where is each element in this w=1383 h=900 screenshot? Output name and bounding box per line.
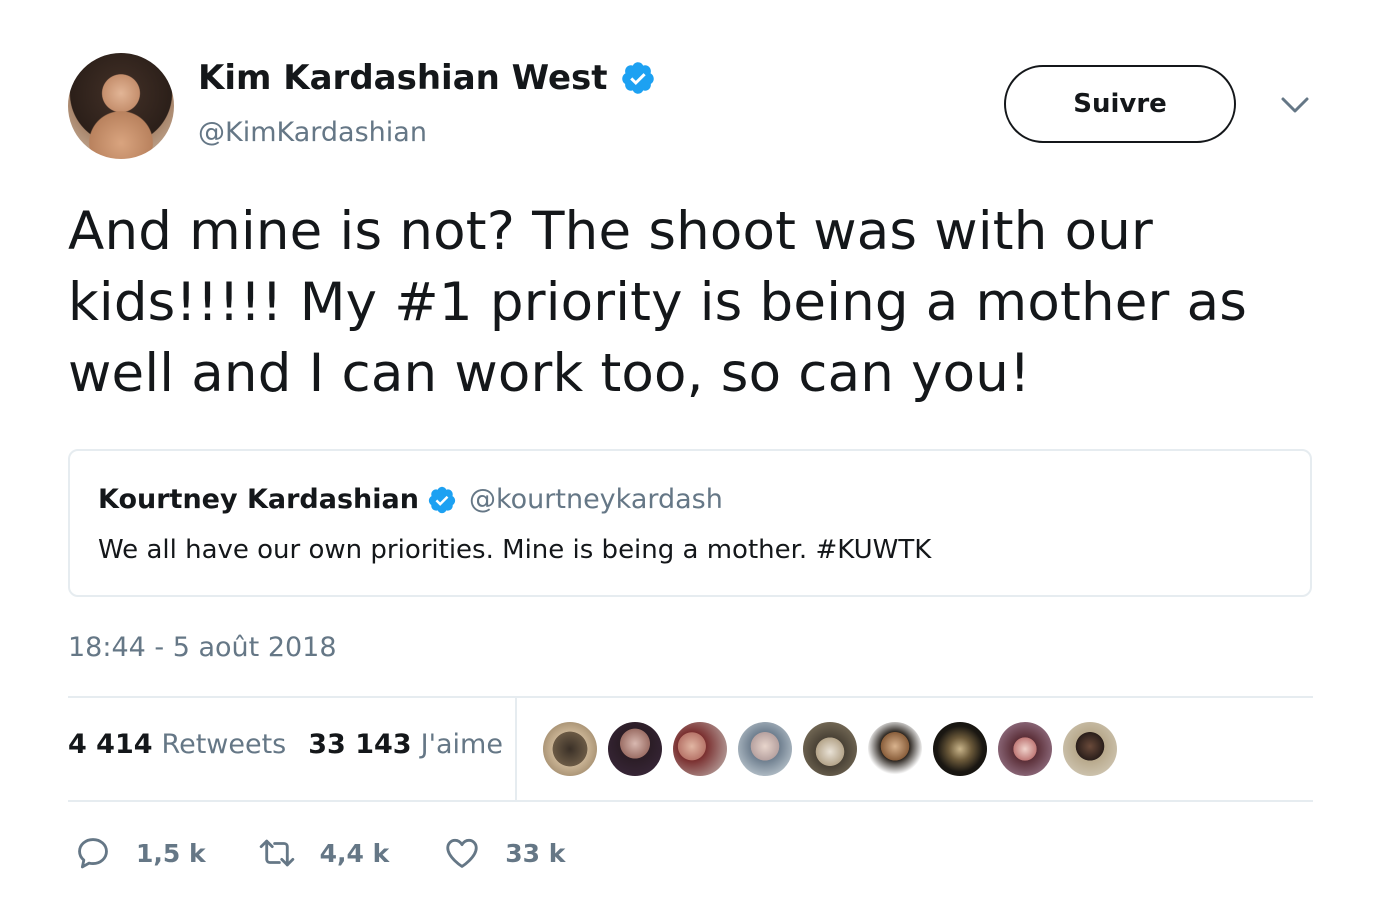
retweets-label: Retweets [161,729,287,760]
liker-avatar[interactable] [543,722,597,776]
retweet-count: 4,4 k [319,838,390,868]
author-name[interactable]: Kim Kardashian West [198,58,608,98]
liker-avatar[interactable] [608,722,662,776]
reply-action[interactable]: 1,5 k [74,834,206,872]
retweets-stat[interactable]: 4 414 Retweets [68,729,286,760]
liker-avatar[interactable] [738,722,792,776]
author-handle[interactable]: @KimKardashian [198,117,427,148]
reply-icon [78,838,108,869]
follow-button[interactable]: Suivre [1004,65,1236,143]
verified-badge-icon [621,62,654,94]
quoted-tweet-header: Kourtney Kardashian @kourtneykardash [98,484,723,515]
liker-avatar[interactable] [673,722,727,776]
tweet-text: And mine is not? The shoot was with our … [68,201,1248,404]
liker-avatar[interactable] [933,722,987,776]
author-avatar[interactable] [68,53,174,159]
liker-avatar[interactable] [868,722,922,776]
tweet-card: Kim Kardashian West @KimKardashian Suivr… [0,0,1383,900]
likes-stat[interactable]: 33 143 J'aime [308,729,503,760]
retweet-icon [259,839,294,867]
retweet-action[interactable]: 4,4 k [258,834,390,872]
retweets-count: 4 414 [68,729,153,760]
quoted-tweet[interactable]: Kourtney Kardashian @kourtneykardash We … [68,449,1312,597]
like-action[interactable]: 33 k [443,834,565,872]
author-name-row[interactable]: Kim Kardashian West [198,58,656,98]
quoted-tweet-text: We all have our own priorities. Mine is … [98,535,932,565]
heart-icon [446,838,478,868]
chevron-down-icon[interactable] [1278,92,1312,118]
divider [68,800,1313,802]
tweet-stats: 4 414 Retweets 33 143 J'aime [68,729,503,760]
tweet-actions: 1,5 k 4,4 k 33 k [74,834,565,872]
reply-count: 1,5 k [136,838,206,868]
verified-badge-icon [428,486,456,513]
liker-avatar[interactable] [1063,722,1117,776]
tweet-timestamp[interactable]: 18:44 - 5 août 2018 [68,632,337,663]
divider [68,696,1313,698]
likes-label: J'aime [420,729,503,760]
quoted-author-name: Kourtney Kardashian [98,484,419,515]
likes-count: 33 143 [308,729,412,760]
liker-avatar[interactable] [998,722,1052,776]
quoted-author-handle: @kourtneykardash [468,484,723,515]
liker-avatar[interactable] [803,722,857,776]
like-count: 33 k [505,838,566,868]
likers-avatars [543,722,1128,776]
stats-divider [515,698,517,800]
